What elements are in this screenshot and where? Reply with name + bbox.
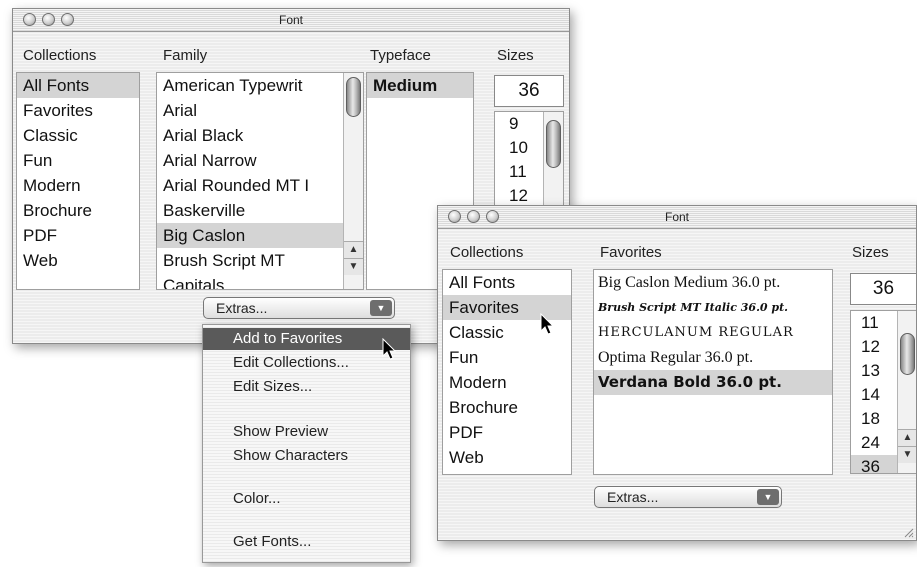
scroll-thumb[interactable] [900,333,915,375]
menu-item-edit-sizes[interactable]: Edit Sizes... [203,376,410,398]
sizes-header: Sizes [497,47,534,64]
collection-item[interactable]: All Fonts [17,73,139,98]
scroll-down-arrow-icon[interactable]: ▼ [344,258,363,275]
menu-item-get-fonts[interactable]: Get Fonts... [203,531,410,553]
menu-item-color[interactable]: Color... [203,488,410,510]
family-item[interactable]: Arial Black [157,123,363,148]
collections-header: Collections [23,47,97,64]
family-item[interactable]: Big Caslon [157,223,363,248]
extras-popup[interactable]: Extras... ▼ [594,486,782,508]
collections-list[interactable]: All Fonts Favorites Classic Fun Modern B… [16,72,140,290]
collection-item[interactable]: Web [17,248,139,273]
scroll-up-arrow-icon[interactable]: ▲ [344,241,363,258]
collection-item[interactable]: PDF [17,223,139,248]
family-item[interactable]: Baskerville [157,198,363,223]
favorites-list[interactable]: Big Caslon Medium 36.0 pt. Brush Script … [593,269,833,475]
menu-item-show-characters[interactable]: Show Characters [203,445,410,467]
typeface-header: Typeface [370,47,431,64]
window-title: Font [664,210,689,224]
family-item[interactable]: American Typewrit [157,73,363,98]
menu-item-show-preview[interactable]: Show Preview [203,421,410,443]
collection-item[interactable]: Brochure [443,395,571,420]
scroll-up-arrow-icon[interactable]: ▲ [898,429,916,446]
collection-item[interactable]: Classic [17,123,139,148]
family-item[interactable]: Capitals [157,273,363,289]
collection-item[interactable]: Modern [17,173,139,198]
collection-item[interactable]: All Fonts [443,270,571,295]
collection-item[interactable]: PDF [443,420,571,445]
family-item[interactable]: Brush Script MT [157,248,363,273]
favorite-item[interactable]: Optima Regular 36.0 pt. [594,345,832,370]
family-item[interactable]: Arial [157,98,363,123]
typeface-item[interactable]: Medium [367,73,473,98]
family-header: Family [163,47,208,64]
collections-header: Collections [450,244,524,261]
sizes-list[interactable]: 11 12 13 14 18 24 36 ▲ ▼ [850,310,916,474]
scroll-down-arrow-icon[interactable]: ▼ [898,446,916,463]
family-item[interactable]: Arial Rounded MT I [157,173,363,198]
menu-item-edit-collections[interactable]: Edit Collections... [203,352,410,374]
sizes-scrollbar[interactable]: ▲ ▼ [897,311,916,473]
family-item[interactable]: Arial Narrow [157,148,363,173]
popup-arrow-icon: ▼ [370,300,392,316]
favorite-item[interactable]: Brush Script MT Italic 36.0 pt. [594,295,832,320]
resize-grip-icon[interactable] [902,526,914,538]
title-bar[interactable]: Font [438,206,916,229]
family-list[interactable]: American Typewrit Arial Arial Black Aria… [156,72,364,290]
collection-item[interactable]: Favorites [17,98,139,123]
collections-list[interactable]: All Fonts Favorites Classic Fun Modern B… [442,269,572,475]
popup-arrow-icon: ▼ [757,489,779,505]
extras-label: Extras... [607,489,659,505]
favorite-item[interactable]: Verdana Bold 36.0 pt. [594,370,832,395]
sizes-header: Sizes [852,244,889,261]
favorite-item[interactable]: Big Caslon Medium 36.0 pt. [594,270,832,295]
collection-item[interactable]: Modern [443,370,571,395]
extras-label: Extras... [216,300,268,316]
extras-popup[interactable]: Extras... ▼ [203,297,395,319]
window-title: Font [278,13,303,27]
collection-item[interactable]: Fun [443,345,571,370]
collection-item[interactable]: Fun [17,148,139,173]
mouse-pointer-icon [540,313,555,335]
font-panel-window-favorites: Font Collections Favorites Sizes All Fon… [437,205,917,541]
size-field[interactable]: 36 [850,273,916,305]
size-field[interactable]: 36 [494,75,564,107]
title-bar[interactable]: Font [13,9,569,32]
mouse-pointer-icon [382,338,397,360]
family-scrollbar[interactable]: ▲ ▼ [343,73,363,289]
menu-item-add-to-favorites[interactable]: Add to Favorites [203,328,410,350]
favorites-header: Favorites [600,244,662,261]
scroll-thumb[interactable] [546,120,561,168]
collection-item[interactable]: Brochure [17,198,139,223]
collection-item[interactable]: Web [443,445,571,470]
extras-menu: Add to Favorites Edit Collections... Edi… [202,324,411,563]
favorite-item[interactable]: HERCULANUM REGULAR [594,320,832,345]
scroll-thumb[interactable] [346,77,361,117]
